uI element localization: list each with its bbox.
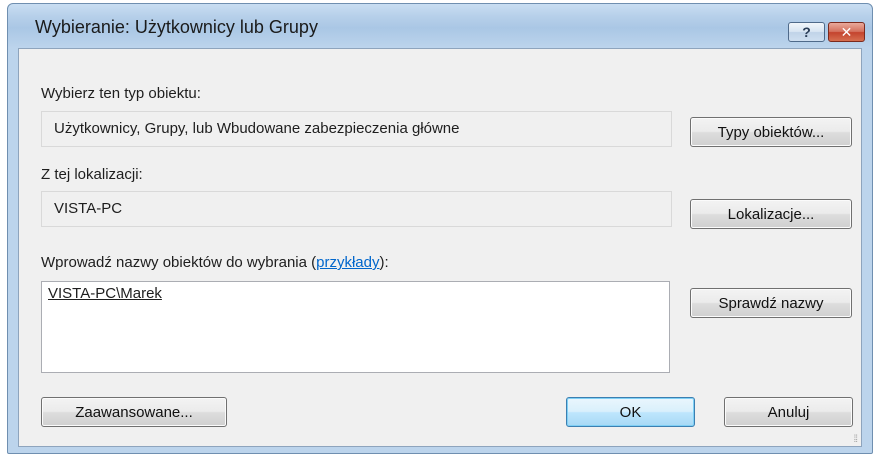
- names-label-prefix: Wprowadź nazwy obiektów do wybrania (: [41, 254, 317, 271]
- close-button[interactable]: ✕: [828, 22, 865, 42]
- locations-button[interactable]: Lokalizacje...: [690, 199, 852, 229]
- check-names-button[interactable]: Sprawdź nazwy: [690, 288, 852, 318]
- window-title: Wybieranie: Użytkownicy lub Grupy: [35, 17, 318, 37]
- names-label-suffix: ):: [379, 254, 389, 271]
- object-type-label: Wybierz ten typ obiektu:: [41, 85, 201, 102]
- help-icon: ?: [802, 24, 811, 40]
- dialog-window: Wybieranie: Użytkownicy lub Grupy ? ✕ Wy…: [7, 3, 873, 454]
- location-field: VISTA-PC: [41, 191, 672, 227]
- help-button[interactable]: ?: [788, 22, 825, 42]
- dialog-content: Wybierz ten typ obiektu: Użytkownicy, Gr…: [18, 48, 862, 447]
- resize-grip-icon[interactable]: ⁞⁞: [853, 435, 857, 445]
- location-label: Z tej lokalizacji:: [41, 166, 143, 183]
- object-types-button[interactable]: Typy obiektów...: [690, 117, 852, 147]
- names-label: Wprowadź nazwy obiektów do wybrania (prz…: [41, 254, 389, 271]
- ok-button[interactable]: OK: [566, 397, 695, 427]
- object-names-input[interactable]: VISTA-PC\Marek: [41, 281, 670, 373]
- cancel-button[interactable]: Anuluj: [724, 397, 853, 427]
- resolved-name[interactable]: VISTA-PC\Marek: [48, 285, 162, 302]
- object-type-field: Użytkownicy, Grupy, lub Wbudowane zabezp…: [41, 111, 672, 147]
- examples-link[interactable]: przykłady: [316, 254, 379, 271]
- title-bar[interactable]: Wybieranie: Użytkownicy lub Grupy ? ✕: [8, 4, 872, 48]
- advanced-button[interactable]: Zaawansowane...: [41, 397, 227, 427]
- close-icon: ✕: [840, 23, 853, 40]
